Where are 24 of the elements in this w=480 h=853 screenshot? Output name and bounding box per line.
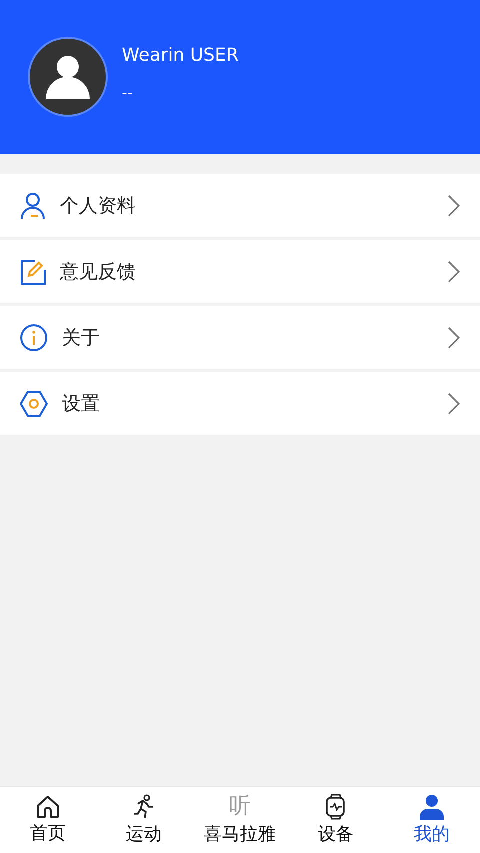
- chevron-icon: [448, 260, 460, 282]
- tab-item[interactable]: 我的: [384, 787, 480, 853]
- menu-item[interactable]: 关于: [0, 306, 480, 369]
- chevron-icon: [448, 194, 460, 216]
- user-subtitle: --: [122, 84, 134, 102]
- chevron-icon: [448, 392, 460, 414]
- info-icon: [20, 324, 48, 352]
- user-name: Wearin USER: [122, 44, 239, 66]
- tab-item[interactable]: 设备: [288, 787, 384, 853]
- menu-item[interactable]: 个人资料: [0, 174, 480, 237]
- menu-item[interactable]: 意见反馈: [0, 240, 480, 303]
- user-icon: [419, 794, 445, 820]
- edit-icon: [20, 258, 46, 284]
- tab-item[interactable]: 运动: [96, 787, 192, 853]
- person-icon: [20, 192, 46, 220]
- settings-icon: [20, 390, 48, 416]
- tab-item[interactable]: 首页: [0, 787, 96, 853]
- runner-icon: [132, 794, 156, 820]
- tab-item[interactable]: 听 喜马拉雅: [192, 787, 288, 853]
- smartwatch-icon: [325, 794, 347, 820]
- chevron-icon: [448, 326, 460, 348]
- listen-icon: 听: [229, 794, 251, 820]
- home-icon: [36, 795, 60, 819]
- menu-item[interactable]: 设置: [0, 372, 480, 435]
